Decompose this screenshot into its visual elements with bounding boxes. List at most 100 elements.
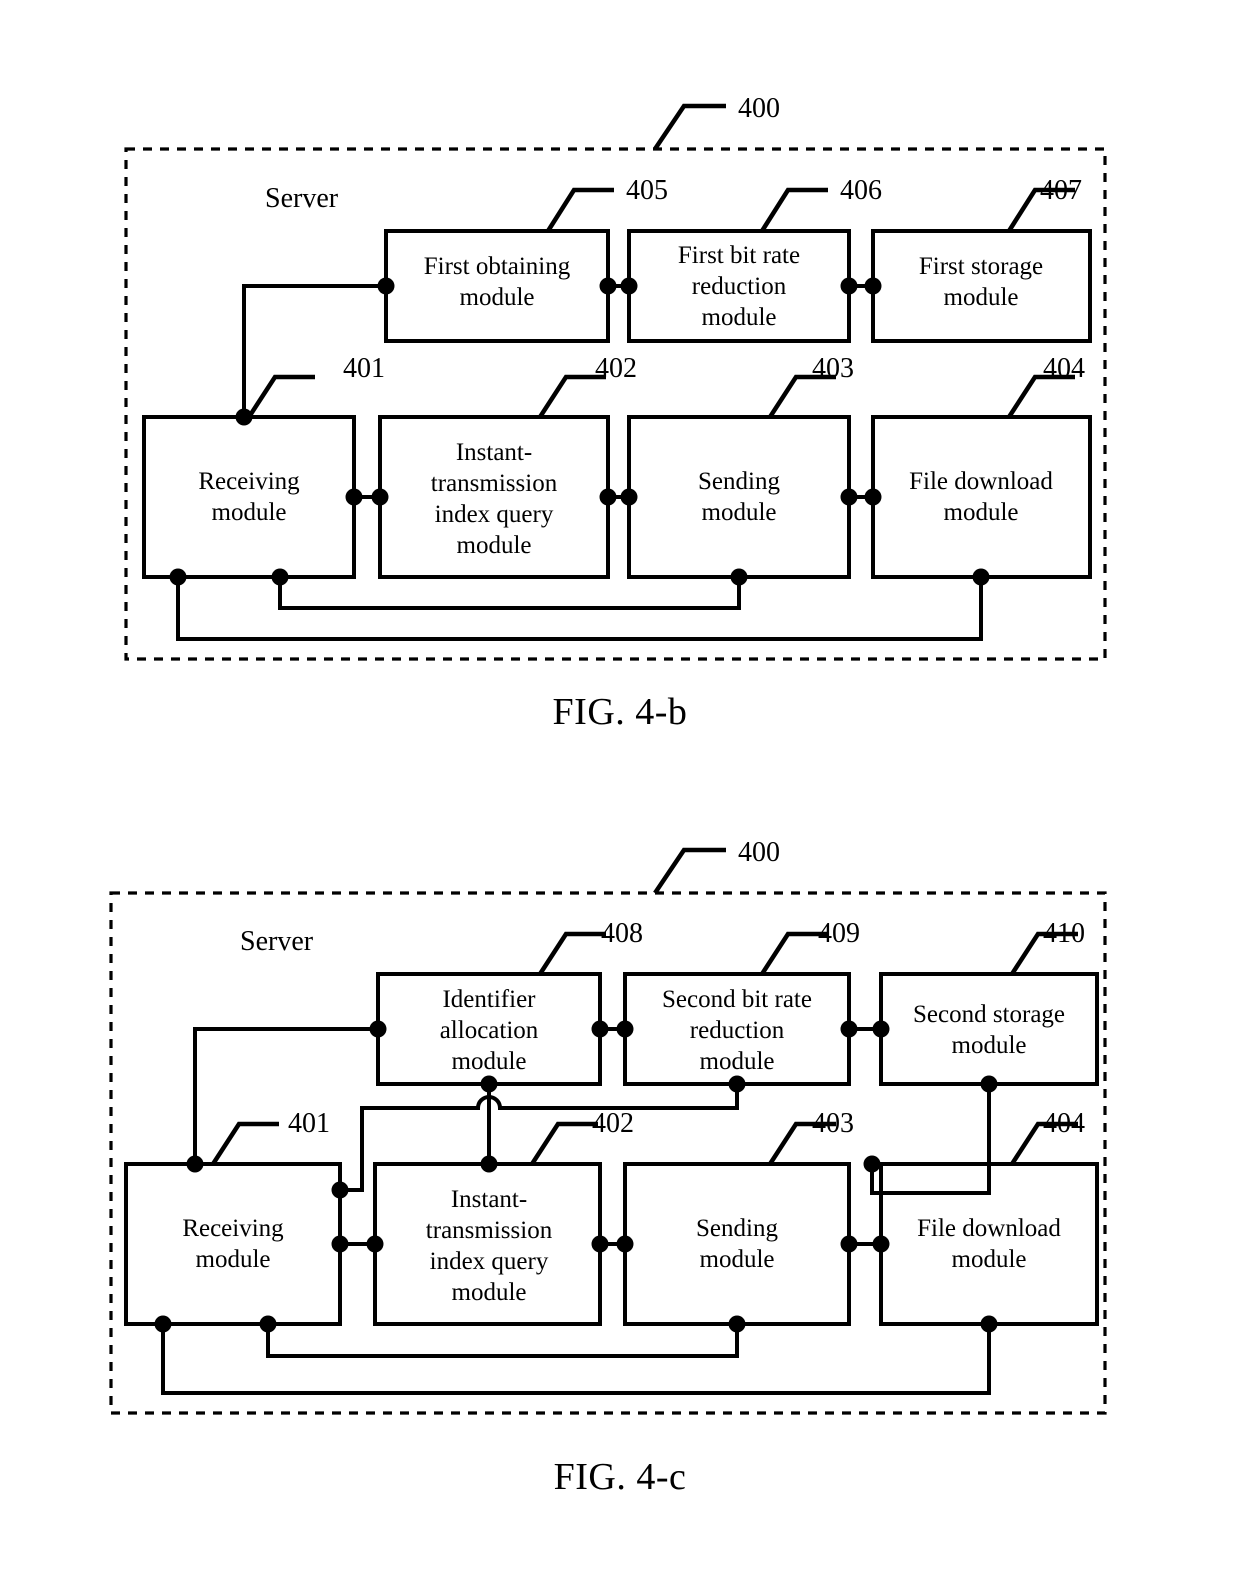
ref-leader-401 bbox=[247, 374, 315, 419]
ref-leader-402 bbox=[530, 1121, 598, 1166]
module-404-label-line-2: module bbox=[952, 1246, 1027, 1273]
figure-4b-caption: FIG. 4-b bbox=[552, 691, 688, 733]
connector-dot-403-left bbox=[616, 1235, 634, 1253]
module-402-label-line-3: index query bbox=[435, 501, 554, 528]
module-402-label-line-4: module bbox=[457, 532, 532, 559]
connector-dot-404-bottom bbox=[980, 1315, 998, 1333]
module-407-label-line-1: First storage bbox=[919, 253, 1043, 280]
ref-number-404: 404 bbox=[1043, 1108, 1085, 1139]
server-label: Server bbox=[265, 183, 339, 214]
connector-dot-401-right bbox=[331, 1235, 349, 1253]
module-401-label-line-2: module bbox=[212, 499, 287, 526]
ref-number-407: 407 bbox=[1040, 175, 1082, 206]
ref-number-402: 402 bbox=[592, 1108, 634, 1139]
module-402-label-line-2: transmission bbox=[431, 470, 558, 497]
connector-dot-403-right-upper bbox=[863, 1155, 881, 1173]
connector-dot-402-left bbox=[371, 488, 389, 506]
connector-dot-410-bottom bbox=[980, 1075, 998, 1093]
ref-leader-406 bbox=[760, 187, 828, 233]
connector-dot-408-left bbox=[369, 1020, 387, 1038]
connector-dot-401-bottom-1 bbox=[169, 568, 187, 586]
ref-number-404: 404 bbox=[1043, 353, 1085, 384]
connector-dot-401-bottom-1 bbox=[154, 1315, 172, 1333]
connector-dot-403-right bbox=[840, 488, 858, 506]
ref-number-401: 401 bbox=[288, 1108, 330, 1139]
module-box-401-receiving[interactable] bbox=[142, 415, 356, 579]
wire-403-return-to-401 bbox=[266, 1324, 739, 1358]
server-container-outline bbox=[124, 147, 1107, 661]
module-410-label-line-1: Second storage bbox=[913, 1001, 1065, 1028]
module-box-403-sending[interactable] bbox=[623, 1162, 851, 1326]
ref-number-405: 405 bbox=[626, 175, 668, 206]
module-408-label-line-2: allocation bbox=[440, 1017, 539, 1044]
connector-dot-404-left bbox=[864, 488, 882, 506]
module-401-label-line-1: Receiving bbox=[182, 1215, 284, 1242]
connector-dot-408-right bbox=[591, 1020, 609, 1038]
module-401-label-line-1: Receiving bbox=[198, 468, 300, 495]
module-402-label-line-3: index query bbox=[430, 1248, 549, 1275]
connector-dot-406-right bbox=[840, 277, 858, 295]
module-406-label-line-1: First bit rate bbox=[678, 242, 800, 269]
wire-404-return-to-401 bbox=[161, 1324, 991, 1395]
ref-number-400: 400 bbox=[738, 93, 780, 124]
connector-dot-404-left bbox=[872, 1235, 890, 1253]
connector-dot-409-bottom bbox=[728, 1075, 746, 1093]
connector-dot-402-left bbox=[366, 1235, 384, 1253]
module-403-label-line-1: Sending bbox=[698, 468, 780, 495]
server-label: Server bbox=[240, 926, 314, 957]
connector-dot-403-left bbox=[620, 488, 638, 506]
ref-number-402: 402 bbox=[595, 353, 637, 384]
module-box-403-sending[interactable] bbox=[627, 415, 851, 579]
wire-401-to-405 bbox=[242, 284, 386, 417]
connector-dot-408-bottom bbox=[480, 1075, 498, 1093]
module-402-label-line-1: Instant- bbox=[451, 1186, 527, 1213]
ref-leader-408 bbox=[538, 931, 606, 976]
connector-dot-403-bottom bbox=[728, 1315, 746, 1333]
module-408-label-line-1: Identifier bbox=[442, 986, 536, 1013]
connector-dot-410-left bbox=[872, 1020, 890, 1038]
ref-number-409: 409 bbox=[818, 918, 860, 949]
ref-leader-405 bbox=[546, 187, 614, 233]
ref-number-400: 400 bbox=[738, 837, 780, 868]
connector-dot-401-right bbox=[345, 488, 363, 506]
module-410-label-line-2: module bbox=[952, 1032, 1027, 1059]
connector-dot-401-top bbox=[186, 1155, 204, 1173]
module-402-label-line-2: transmission bbox=[426, 1217, 553, 1244]
ref-leader-400 bbox=[653, 103, 726, 151]
connector-dot-401-right-upper bbox=[331, 1181, 349, 1199]
ref-leader-401 bbox=[211, 1121, 279, 1166]
ref-number-401: 401 bbox=[343, 353, 385, 384]
ref-number-406: 406 bbox=[840, 175, 882, 206]
ref-number-410: 410 bbox=[1043, 918, 1085, 949]
module-405-label-line-1: First obtaining bbox=[424, 253, 571, 280]
ref-number-403: 403 bbox=[812, 353, 854, 384]
module-406-label-line-2: reduction bbox=[692, 273, 787, 300]
figure-4c: 400 Server Identifier allocation module … bbox=[0, 760, 1240, 1570]
connector-dot-402-top bbox=[480, 1155, 498, 1173]
ref-number-408: 408 bbox=[601, 918, 643, 949]
connector-dot-401-bottom-2 bbox=[271, 568, 289, 586]
module-box-404-file-download[interactable] bbox=[871, 415, 1092, 579]
ref-leader-400 bbox=[653, 847, 726, 895]
module-box-410-second-storage[interactable] bbox=[879, 972, 1099, 1086]
connector-dot-404-bottom bbox=[972, 568, 990, 586]
wire-401-to-408 bbox=[193, 1027, 378, 1164]
module-408-label-line-3: module bbox=[452, 1048, 527, 1075]
module-403-label-line-2: module bbox=[702, 499, 777, 526]
connector-dot-406-left bbox=[620, 277, 638, 295]
module-407-label-line-2: module bbox=[944, 284, 1019, 311]
module-401-label-line-2: module bbox=[196, 1246, 271, 1273]
module-406-label-line-3: module bbox=[702, 304, 777, 331]
connector-dot-405-left bbox=[377, 277, 395, 295]
connector-dot-402-right bbox=[599, 488, 617, 506]
module-403-label-line-2: module bbox=[700, 1246, 775, 1273]
figure-4c-diagram: 400 Server Identifier allocation module … bbox=[109, 837, 1107, 1415]
module-409-label-line-1: Second bit rate bbox=[662, 986, 812, 1013]
module-403-label-line-1: Sending bbox=[696, 1215, 778, 1242]
module-box-401-receiving[interactable] bbox=[124, 1162, 342, 1326]
connector-dot-402-right bbox=[591, 1235, 609, 1253]
module-402-label-line-1: Instant- bbox=[456, 439, 532, 466]
connector-dot-401-bottom-2 bbox=[259, 1315, 277, 1333]
module-402-label-line-4: module bbox=[452, 1279, 527, 1306]
module-409-label-line-3: module bbox=[700, 1048, 775, 1075]
